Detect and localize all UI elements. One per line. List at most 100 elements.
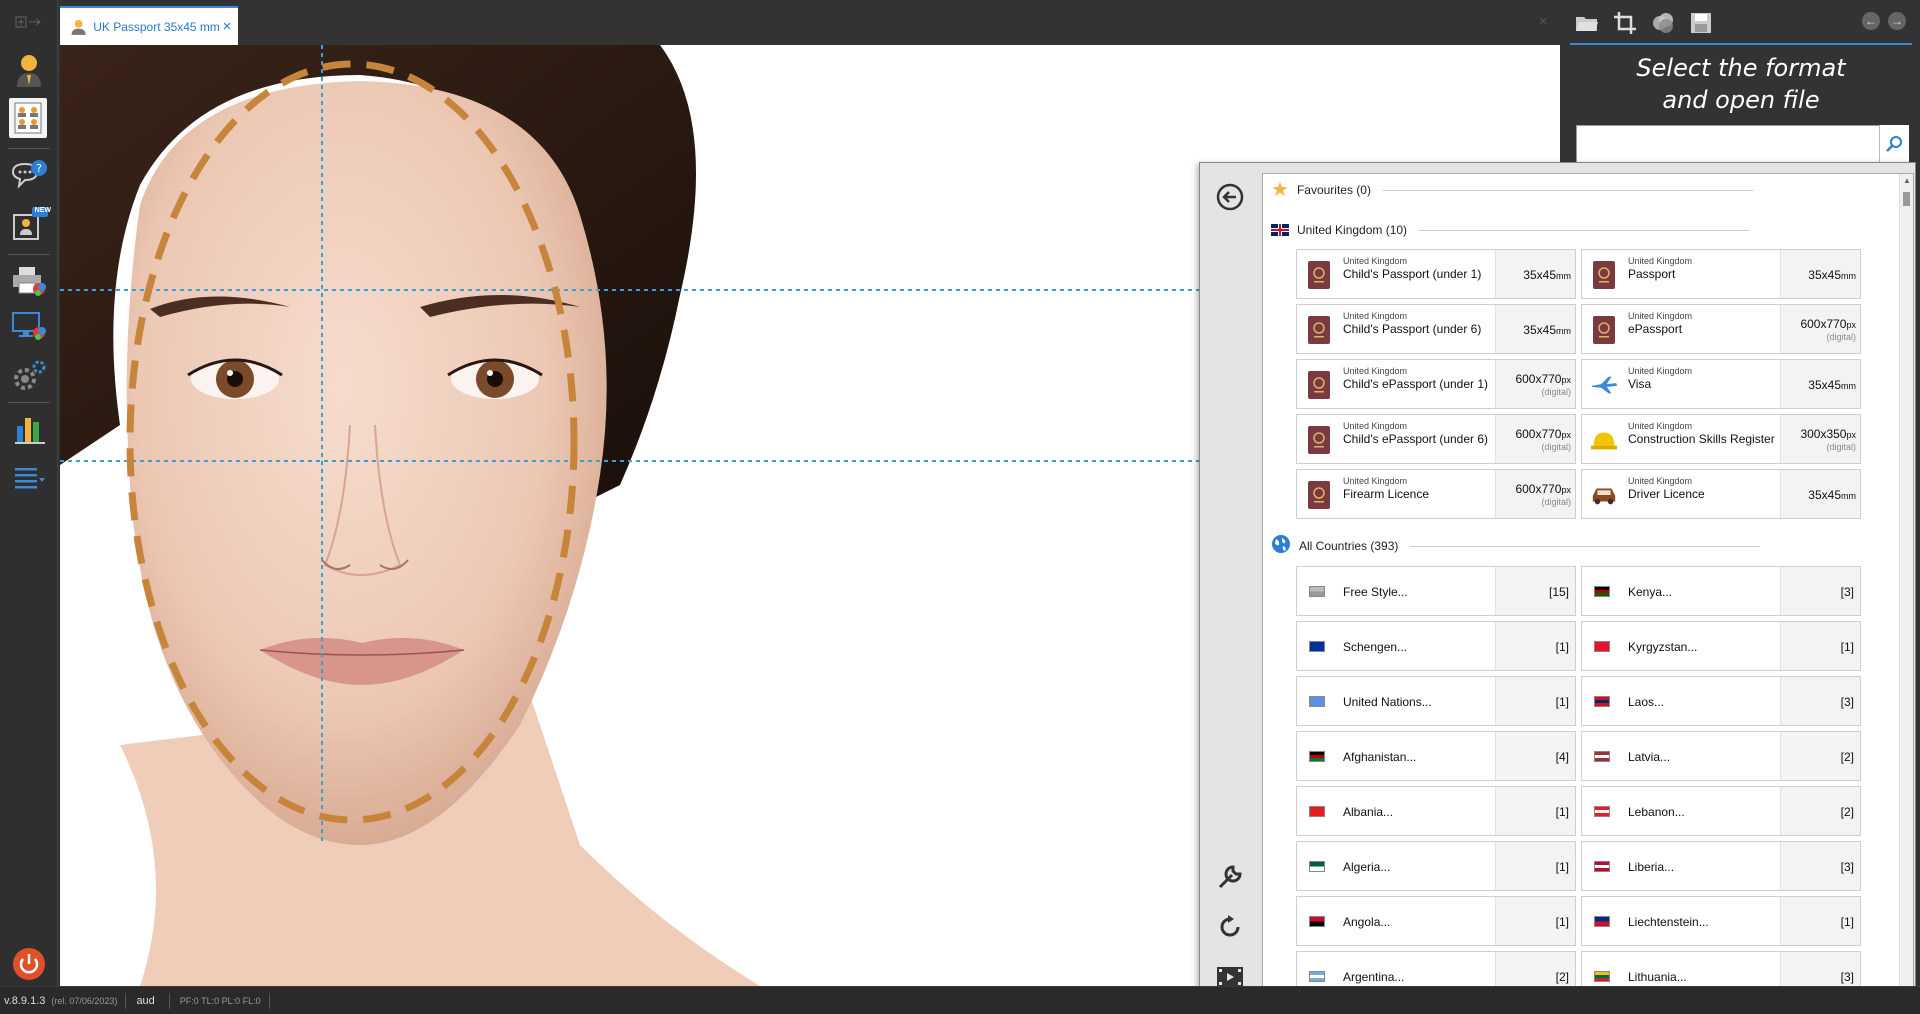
all-countries-header[interactable]: All Countries (393)	[1271, 534, 1761, 559]
color-adjust-icon[interactable]	[1648, 8, 1678, 38]
country-flag-icon	[1309, 696, 1325, 707]
country-card[interactable]: Kyrgyzstan... [1]	[1581, 621, 1861, 671]
wrench-icon[interactable]	[1214, 861, 1246, 893]
status-bar: v.8.9.1.3 (rel. 07/06/2023) aud PF:0 TL:…	[0, 986, 1920, 1014]
status-flags: PF:0 TL:0 PL:0 FL:0	[179, 995, 261, 1006]
stats-icon[interactable]	[9, 408, 49, 448]
user-label: aud	[136, 994, 155, 1007]
tab-close-button[interactable]: ×	[220, 18, 234, 35]
search-icon[interactable]	[1879, 125, 1909, 163]
new-template-icon[interactable]: NEW	[9, 204, 51, 244]
format-size: 600x770px	[1515, 372, 1571, 386]
country-card[interactable]: Liberia... [3]	[1581, 841, 1861, 891]
favourites-header[interactable]: ★ Favourites (0)	[1271, 178, 1753, 202]
format-digital-note: (digital)	[1541, 387, 1571, 397]
status-divider	[168, 992, 170, 1009]
format-country: United Kingdom	[1628, 421, 1693, 431]
country-card[interactable]: Afghanistan... [4]	[1296, 731, 1576, 781]
document-tab-bar: UK Passport 35x45 mm × ×	[58, 0, 1560, 45]
airplane-icon	[1590, 369, 1618, 401]
all-countries-label: All Countries (393)	[1299, 539, 1399, 553]
toolbar-divider	[8, 402, 50, 403]
format-size-box: 300x350px (digital)	[1780, 415, 1860, 463]
country-count-box: [3]	[1780, 842, 1860, 890]
passport-icon	[1305, 479, 1333, 511]
display-icon[interactable]	[9, 306, 49, 346]
scroll-up-icon[interactable]: ▲	[1902, 176, 1912, 185]
add-icon[interactable]	[9, 8, 49, 38]
back-arrow-icon[interactable]	[1214, 181, 1246, 213]
forward-button[interactable]: →	[1888, 12, 1906, 30]
country-card[interactable]: Algeria... [1]	[1296, 841, 1576, 891]
uk-label: United Kingdom (10)	[1297, 223, 1408, 237]
country-card[interactable]: Albania... [1]	[1296, 786, 1576, 836]
refresh-icon[interactable]	[1214, 911, 1246, 943]
format-country: United Kingdom	[1628, 256, 1693, 266]
country-count: [1]	[1555, 695, 1569, 709]
format-size-unit: mm	[1841, 271, 1856, 281]
format-size-value: 35x45	[1523, 268, 1556, 282]
menu-icon[interactable]	[9, 458, 49, 498]
country-card[interactable]: Lebanon... [2]	[1581, 786, 1861, 836]
tab-uk-passport[interactable]: UK Passport 35x45 mm ×	[60, 6, 238, 45]
format-card[interactable]: United Kingdom Child's ePassport (under 1…	[1296, 359, 1576, 409]
globe-icon	[1271, 534, 1291, 559]
country-flag-icon	[1309, 641, 1325, 652]
open-folder-icon[interactable]	[1572, 8, 1602, 38]
format-card[interactable]: United Kingdom Driver Licence 35x45mm	[1581, 469, 1861, 519]
country-card[interactable]: Liechtenstein... [1]	[1581, 896, 1861, 946]
country-card[interactable]: Laos... [3]	[1581, 676, 1861, 726]
scroll-thumb[interactable]	[1903, 192, 1910, 206]
power-icon[interactable]	[9, 944, 49, 984]
list-scrollbar[interactable]: ▲ ▼	[1899, 174, 1913, 1002]
format-card[interactable]: United Kingdom Child's ePassport (under 6…	[1296, 414, 1576, 464]
country-card[interactable]: Free Style... [15]	[1296, 566, 1576, 616]
format-name: Firearm Licence	[1343, 487, 1430, 501]
uk-header[interactable]: United Kingdom (10)	[1271, 218, 1750, 242]
country-flag-icon	[1594, 861, 1610, 872]
group-photo-icon[interactable]	[9, 98, 47, 138]
format-card[interactable]: United Kingdom Child's Passport (under 6)…	[1296, 304, 1576, 354]
format-card[interactable]: United Kingdom Passport 35x45mm	[1581, 249, 1861, 299]
format-list[interactable]: ★ Favourites (0) United Kingdom (10) Uni…	[1262, 173, 1914, 1003]
country-card[interactable]: United Nations... [1]	[1296, 676, 1576, 726]
tabbar-close-button[interactable]: ×	[1539, 13, 1548, 30]
save-icon[interactable]	[1686, 8, 1716, 38]
country-flag-icon	[1309, 806, 1325, 817]
help-chat-icon[interactable]: ?	[9, 156, 49, 196]
format-card[interactable]: United Kingdom ePassport 600x770px (digital…	[1581, 304, 1861, 354]
crop-icon[interactable]	[1610, 8, 1640, 38]
format-size: 300x350px	[1800, 427, 1856, 441]
back-button[interactable]: ←	[1862, 12, 1880, 30]
format-size: 35x45mm	[1808, 268, 1856, 282]
country-card[interactable]: Schengen... [1]	[1296, 621, 1576, 671]
format-size-box: 600x770px (digital)	[1495, 470, 1575, 518]
format-card[interactable]: United Kingdom Construction Skills Regist…	[1581, 414, 1861, 464]
format-size-box: 600x770px (digital)	[1780, 305, 1860, 353]
format-size: 600x770px	[1515, 427, 1571, 441]
country-count-box: [15]	[1495, 567, 1575, 615]
country-count-box: [2]	[1780, 732, 1860, 780]
country-card[interactable]: Latvia... [2]	[1581, 731, 1861, 781]
format-selector-popup: ★ Favourites (0) United Kingdom (10) Uni…	[1199, 162, 1916, 1008]
format-card[interactable]: United Kingdom Firearm Licence 600x770px (d…	[1296, 469, 1576, 519]
format-card[interactable]: United Kingdom Child's Passport (under 1)…	[1296, 249, 1576, 299]
country-card[interactable]: Angola... [1]	[1296, 896, 1576, 946]
format-search-input[interactable]	[1576, 125, 1906, 163]
settings-icon[interactable]	[9, 356, 49, 396]
country-flag-icon	[1309, 586, 1325, 597]
format-size-value: 600x770	[1800, 317, 1847, 331]
format-card[interactable]: United Kingdom Visa 35x45mm	[1581, 359, 1861, 409]
panel-title: Select the format and open file	[1562, 52, 1920, 116]
format-name: Child's ePassport (under 1)	[1343, 377, 1489, 391]
person-icon[interactable]	[9, 50, 49, 90]
country-card[interactable]: Kenya... [3]	[1581, 566, 1861, 616]
format-name: ePassport	[1628, 322, 1683, 336]
format-size-box: 600x770px (digital)	[1495, 415, 1575, 463]
country-count: [2]	[1840, 805, 1854, 819]
star-icon: ★	[1271, 179, 1289, 201]
passport-icon	[1305, 259, 1333, 291]
format-name: Passport	[1628, 267, 1676, 281]
print-icon[interactable]	[9, 260, 49, 300]
toolbar-divider	[8, 148, 50, 149]
